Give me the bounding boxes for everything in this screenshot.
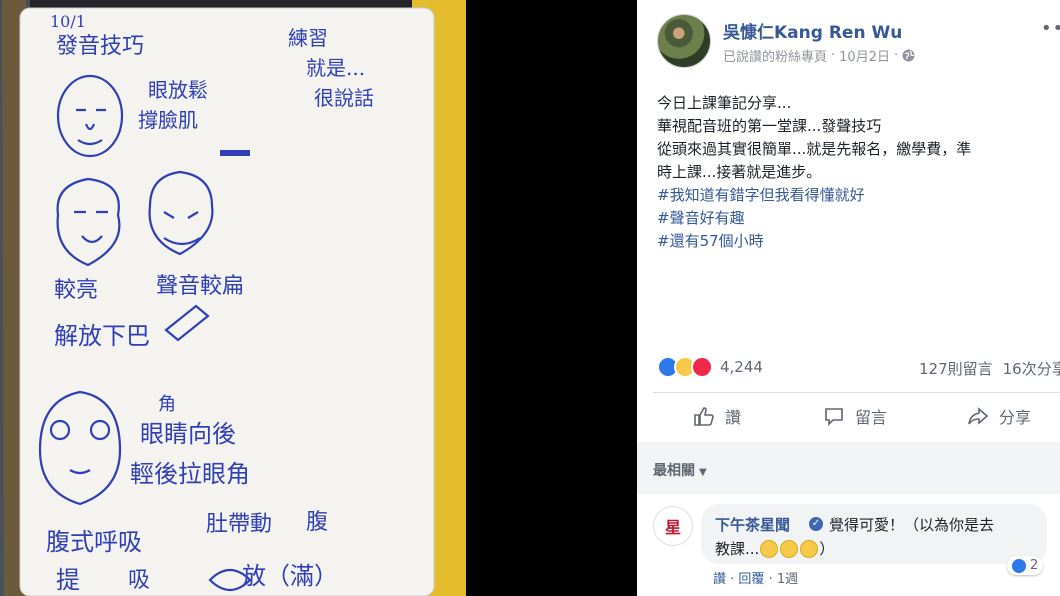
- like-button[interactable]: 讚: [693, 404, 741, 428]
- hashtag-link[interactable]: #還有57個小時: [657, 230, 1057, 253]
- post-text: 今日上課筆記分享... 華視配音班的第一堂課...發聲技巧 從頭來過其實很簡單.…: [657, 92, 1057, 253]
- note-abdominal: 腹式呼吸: [46, 528, 142, 556]
- note-lift: 提: [56, 566, 80, 594]
- note-mouth: 肚帶動: [206, 512, 273, 537]
- notebook-page: 10/1 發音技巧 練習 就是... 很說話 眼放鬆 撐臉肌 較亮 聲音較扁 解…: [20, 6, 452, 596]
- like-reaction-icon: [1012, 558, 1026, 573]
- note-eye-pull: 輕後拉眼角: [130, 460, 250, 488]
- note-bright: 較亮: [54, 278, 99, 303]
- action-bar: 讚 留言 分享: [637, 394, 1060, 440]
- note-eye-back: 眼睛向後: [140, 420, 236, 448]
- page-name-link[interactable]: 吳慷仁Kang Ren Wu: [723, 18, 902, 43]
- note-practice-1: 練習: [288, 26, 328, 50]
- globe-icon: [902, 49, 915, 62]
- post-panel: 吳慷仁Kang Ren Wu •• 已說讚的粉絲專頁 · 10月2日 · 今日上…: [637, 0, 1060, 596]
- post-date[interactable]: 10月2日: [839, 46, 890, 65]
- sort-label: 最相關: [653, 463, 695, 479]
- caret-down-icon: ▼: [699, 467, 707, 478]
- comment-text-part: ）: [819, 540, 835, 558]
- reaction-summary[interactable]: 4,244: [657, 356, 763, 378]
- post-line: 華視配音班的第一堂課...發聲技巧: [657, 117, 882, 135]
- divider: [653, 392, 1060, 393]
- like-button-label: 讚: [725, 408, 742, 427]
- laughing-emoji-icon: [760, 539, 779, 558]
- post-line: 從頭來過其實很簡單...就是先報名，繳學費，準: [657, 140, 972, 158]
- note-jaw: 解放下巴: [54, 322, 150, 350]
- comment-reaction-badge[interactable]: 2: [1007, 556, 1044, 575]
- comment-text-cont: 教課... ）: [715, 538, 834, 559]
- laughing-emoji-icon: [780, 539, 799, 558]
- share-arrow-icon: [967, 405, 989, 427]
- comment-button[interactable]: 留言: [823, 404, 887, 428]
- liked-page-label[interactable]: 已說讚的粉絲專頁: [723, 46, 827, 65]
- note-practice-2: 就是...: [306, 56, 366, 80]
- note-face: 撐臉肌: [138, 108, 198, 132]
- note-inhale: 吸: [128, 568, 151, 593]
- meta-separator: ·: [831, 48, 836, 63]
- comment-bubble-icon: [823, 405, 845, 427]
- reaction-count: 4,244: [720, 358, 763, 376]
- comment-count-link[interactable]: 127則留言: [919, 360, 993, 378]
- note-eyes: 眼放鬆: [148, 78, 208, 102]
- page-avatar[interactable]: [657, 14, 711, 68]
- note-title: 發音技巧: [56, 34, 145, 59]
- thumbs-up-icon: [693, 405, 715, 427]
- love-reaction-icon: [691, 356, 713, 378]
- laughing-emoji-icon: [800, 539, 819, 558]
- note-date: 10/1: [50, 12, 86, 31]
- post-meta: 已說讚的粉絲專頁 · 10月2日 ·: [723, 46, 915, 65]
- verified-badge-icon: ✓: [809, 517, 823, 531]
- comment-time[interactable]: 1週: [777, 572, 798, 587]
- photo-letterbox: [466, 0, 637, 596]
- share-button-label: 分享: [999, 408, 1032, 427]
- comment-button-label: 留言: [855, 408, 888, 427]
- note-flat: 聲音較扁: [156, 274, 245, 299]
- comment-text-part: 教課...: [715, 540, 760, 558]
- comment-actions: 讚 · 回覆 · 1週: [713, 572, 799, 587]
- share-count-link[interactable]: 16次分享: [1003, 360, 1060, 378]
- comment-text: 覺得可愛！（以為你是去: [829, 516, 995, 534]
- note-belly: 腹: [306, 510, 329, 535]
- more-options-icon[interactable]: ••: [1041, 18, 1060, 39]
- hashtag-link[interactable]: #我知道有錯字但我看得懂就好: [657, 184, 1057, 207]
- note-release: 放（滿）: [242, 562, 338, 590]
- commenter-name-link[interactable]: 下午茶星聞: [715, 514, 790, 535]
- comment-like-link[interactable]: 讚: [713, 572, 726, 587]
- post-photo[interactable]: 10/1 發音技巧 練習 就是... 很說話 眼放鬆 撐臉肌 較亮 聲音較扁 解…: [0, 0, 466, 596]
- note-practice-3: 很說話: [314, 86, 374, 110]
- comment-reply-link[interactable]: 回覆: [738, 572, 764, 587]
- engagement-stats: 127則留言 16次分享: [919, 358, 1060, 379]
- share-button[interactable]: 分享: [967, 404, 1031, 428]
- comment-reaction-count: 2: [1030, 558, 1039, 573]
- comment-sort-dropdown[interactable]: 最相關 ▼: [653, 460, 707, 480]
- post-line: 今日上課筆記分享...: [657, 94, 792, 112]
- meta-separator: ·: [893, 48, 899, 63]
- hashtag-link[interactable]: #聲音好有趣: [657, 207, 1057, 230]
- note-eye-corner: 角: [158, 394, 176, 415]
- post-line: 時上課...接著就是進步。: [657, 163, 822, 181]
- commenter-avatar[interactable]: 星: [653, 506, 693, 546]
